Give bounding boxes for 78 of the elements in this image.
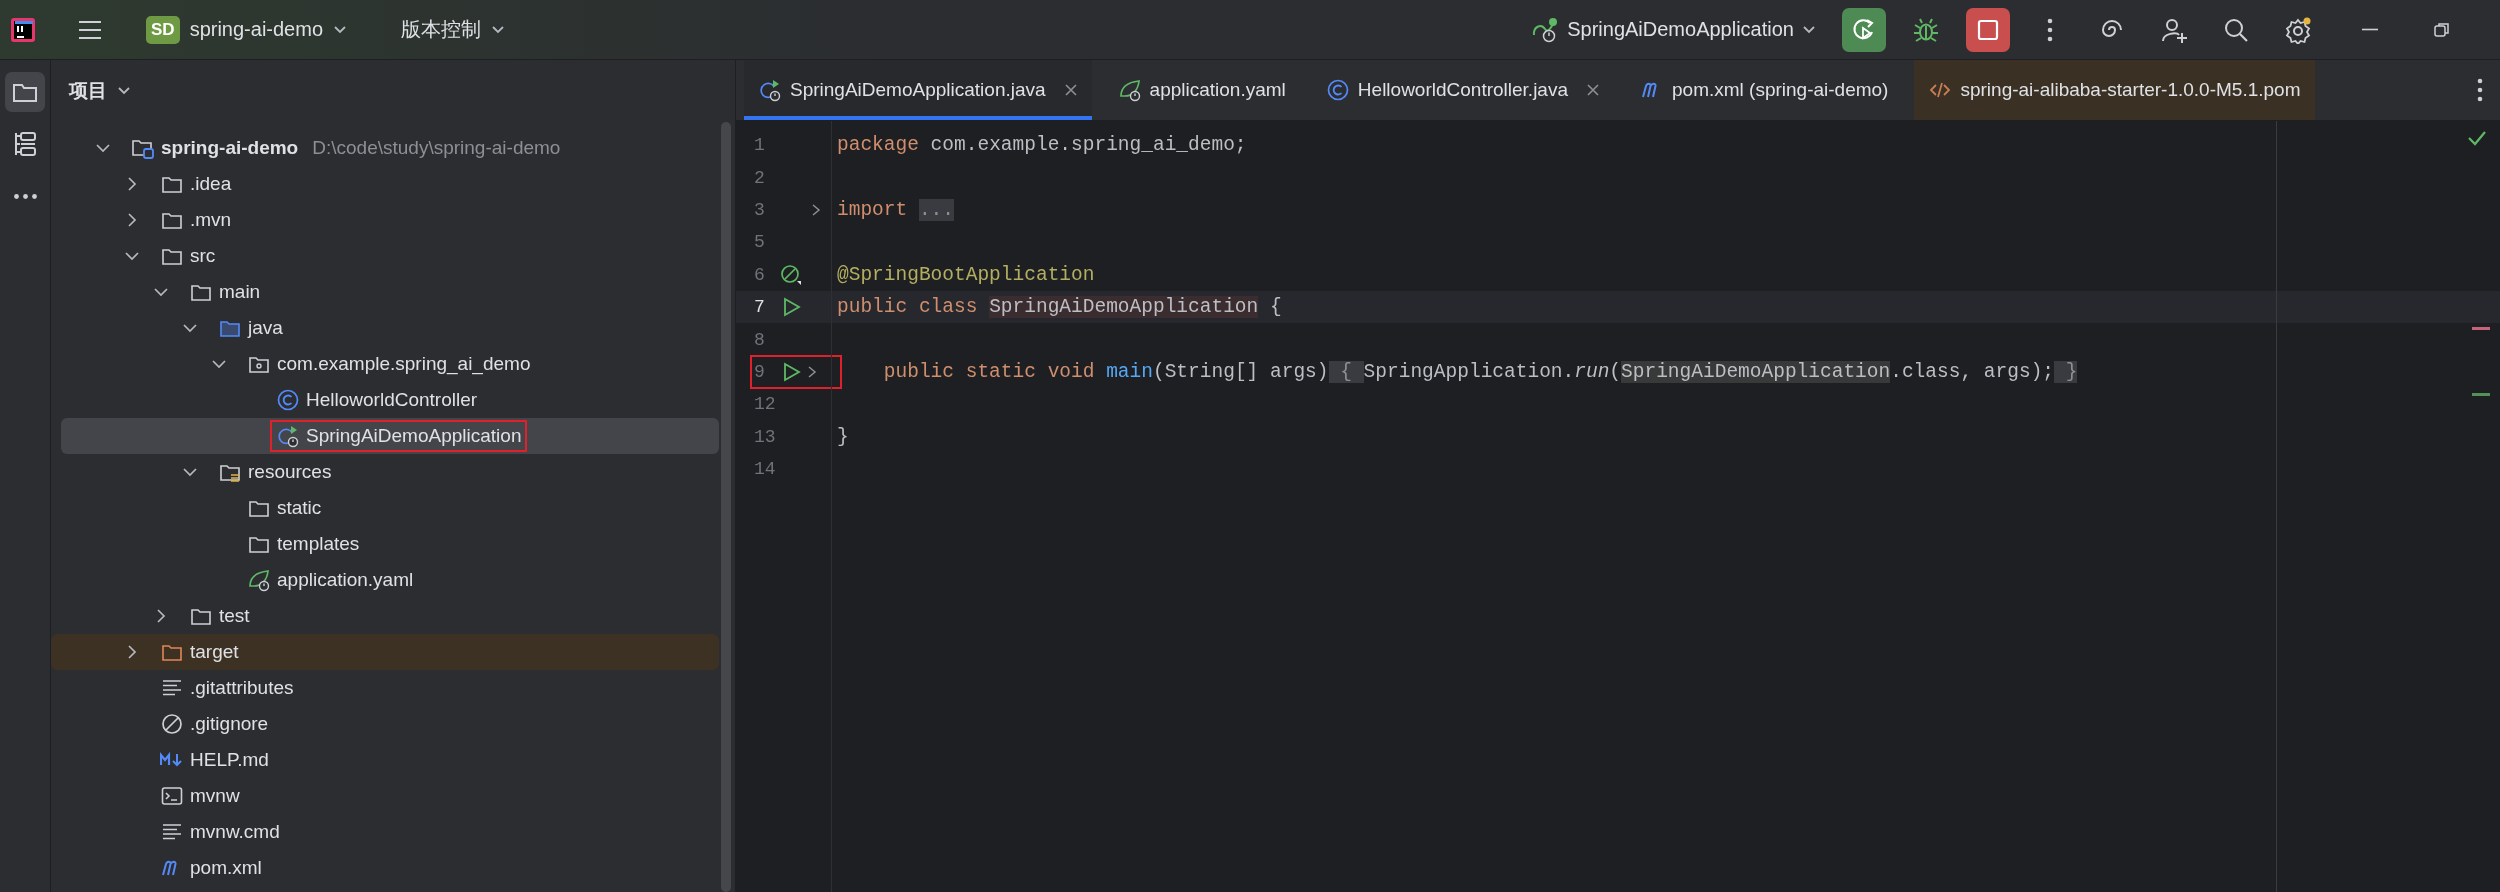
code-line: @SpringBootApplication xyxy=(836,263,1095,286)
tree-item-label[interactable]: static xyxy=(277,497,322,519)
menu-icon xyxy=(77,18,103,41)
caret-icon xyxy=(491,24,505,35)
tree-item-label[interactable]: target xyxy=(190,641,239,663)
fold-chevron-icon xyxy=(806,364,818,379)
line-number: 6 xyxy=(754,264,766,285)
line-number: 1 xyxy=(754,135,766,156)
minimize-icon xyxy=(2362,28,2378,31)
caret-icon xyxy=(117,86,131,96)
line-number: 7 xyxy=(754,297,766,318)
ignore-file-icon xyxy=(160,712,184,736)
tree-item-label[interactable]: src xyxy=(190,245,216,267)
project-selector[interactable]: SD spring-ai-demo xyxy=(138,9,355,50)
code-line: public static void main(String[] args) { SpringApplication.run(SpringAiDemoApplication.class, args); } xyxy=(882,360,2078,383)
project-tool-button[interactable] xyxy=(5,72,45,112)
restore-icon xyxy=(2433,20,2451,39)
tree-item-label[interactable]: spring-ai-demo xyxy=(161,137,299,159)
line-number: 9 xyxy=(754,361,766,382)
tree-item-label[interactable]: main xyxy=(219,281,261,303)
more-icon xyxy=(13,193,37,199)
code-line: package com.example.spring_ai_demo; xyxy=(836,134,1247,157)
caret-icon xyxy=(333,24,347,35)
class-run-icon xyxy=(276,424,300,448)
leaf-config-icon xyxy=(247,568,271,592)
terminal-file-icon xyxy=(160,784,184,808)
line-number: 3 xyxy=(754,200,766,220)
editor-tab[interactable]: SpringAiDemoApplication.java xyxy=(744,60,1092,120)
settings-icon xyxy=(2284,15,2312,44)
vcs-menu[interactable]: 版本控制 xyxy=(393,10,513,49)
fold-chevron-icon xyxy=(810,203,822,217)
line-number: 13 xyxy=(754,426,777,447)
line-number: 8 xyxy=(754,329,766,350)
tree-item-label[interactable]: HelloworldController xyxy=(306,389,478,411)
tree-item-label[interactable]: SpringAiDemoApplication xyxy=(306,425,522,447)
editor-tab[interactable]: application.yaml xyxy=(1103,60,1300,120)
app-logo-icon xyxy=(10,16,36,43)
bean-icon xyxy=(780,263,802,286)
run-config-selector[interactable]: SpringAiDemoApplication xyxy=(1523,10,1824,49)
line-number: 12 xyxy=(754,394,777,415)
tree-item-label[interactable]: .mvn xyxy=(190,209,232,231)
class-icon xyxy=(1325,78,1350,102)
tree-item-label[interactable]: application.yaml xyxy=(277,569,414,591)
tree-item-label[interactable]: templates xyxy=(277,533,360,555)
class-icon xyxy=(276,388,300,412)
stop-icon xyxy=(1976,17,2000,42)
more-icon xyxy=(2476,77,2484,103)
editor-tab[interactable]: spring-ai-alibaba-starter-1.0.0-M5.1.pom xyxy=(1914,60,2315,120)
tree-item-label[interactable]: .gitignore xyxy=(190,713,269,735)
line-number: 2 xyxy=(754,167,766,188)
run-config-icon xyxy=(1531,16,1560,43)
tree-item-label[interactable]: mvnw.cmd xyxy=(190,821,280,843)
caret-icon xyxy=(1802,24,1816,35)
tree-item-label[interactable]: java xyxy=(248,317,283,339)
rerun-button[interactable] xyxy=(1842,7,1886,52)
code-line: public class SpringAiDemoApplication { xyxy=(836,296,1282,319)
more-icon xyxy=(2046,16,2054,43)
code-line: } xyxy=(836,425,849,448)
tree-item-label[interactable]: HELP.md xyxy=(190,749,269,771)
tree-item-label[interactable]: pom.xml xyxy=(190,857,262,879)
line-number: 14 xyxy=(754,459,777,480)
panel-title-menu[interactable]: 项目 xyxy=(69,78,131,104)
code-line: import ... xyxy=(836,198,955,221)
tree-item-label[interactable]: resources xyxy=(248,461,332,483)
module-path: D:\code\study\spring-ai-demo xyxy=(312,137,561,159)
tree-item-label[interactable]: test xyxy=(219,605,250,627)
tree-item-label[interactable]: com.example.spring_ai_demo xyxy=(277,353,531,375)
class-run-icon xyxy=(758,78,782,102)
stop-button[interactable] xyxy=(1966,7,2010,52)
editor-tab[interactable]: HelloworldController.java xyxy=(1311,60,1614,120)
leaf-config-icon xyxy=(1117,78,1142,102)
tree-item-label[interactable]: .idea xyxy=(190,173,232,195)
tree-item-label[interactable]: .gitattributes xyxy=(190,677,294,699)
tree-item-label[interactable]: mvnw xyxy=(190,785,240,807)
scrollbar[interactable] xyxy=(721,122,731,892)
project-badge: SD xyxy=(146,15,180,44)
editor-tab[interactable]: pom.xml (spring-ai-demo) xyxy=(1626,60,1903,120)
line-number: 5 xyxy=(754,232,766,253)
